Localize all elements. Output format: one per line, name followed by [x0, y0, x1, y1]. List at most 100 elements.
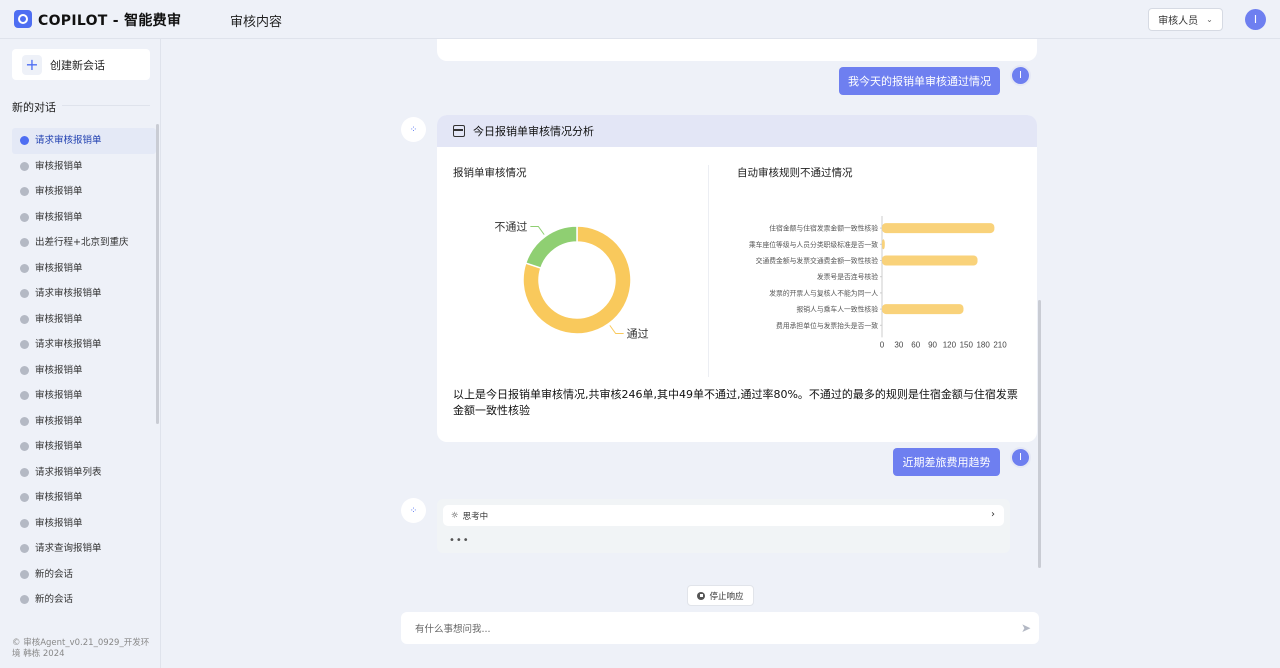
sidebar: + 创建新会话 新的对话 请求审核报销单 审核报销单 审核报销单 审核报销单 出差行程+…: [0, 39, 161, 668]
top-bar: COPILOT - 智能费审 审核内容 审核人员 ⌄ I: [0, 0, 1280, 39]
chat-bubble-icon: [20, 365, 29, 375]
pie-label-line: [609, 325, 624, 334]
x-tick-label: 180: [976, 340, 990, 349]
sidebar-scrollbar[interactable]: [156, 124, 159, 424]
conversation-item[interactable]: 审核报销单: [12, 358, 156, 384]
pie-label-line: [530, 226, 545, 235]
conversation-label: 请求审核报销单: [35, 339, 102, 350]
bar-category-label: 发票号是否连号核验: [817, 272, 878, 281]
pie-label: 不通过: [494, 221, 527, 234]
conversation-item[interactable]: 审核报销单: [12, 307, 156, 333]
app-title: COPILOT - 智能费审: [38, 13, 182, 29]
analysis-card: 今日报销单审核情况分析 报销单审核情况 自动审核规则不通过情况 通过 不通过 住宿…: [437, 115, 1037, 442]
bar-chart: 住宿金额与住宿发票金额一致性核验乘车座位等级与人员分类职级标准是否一致交通费金额…: [749, 216, 1007, 349]
chat-bubble-icon: [20, 212, 29, 222]
x-tick-label: 0: [880, 340, 885, 349]
conversation-label: 出差行程+北京到重庆: [35, 237, 129, 248]
conversation-item[interactable]: 新的会话: [12, 562, 156, 588]
role-select[interactable]: 审核人员 ⌄: [1148, 8, 1223, 31]
x-tick-label: 90: [928, 340, 937, 349]
conversation-item[interactable]: 审核报销单: [12, 409, 156, 435]
conversation-item[interactable]: 审核报销单: [12, 154, 156, 180]
bar-category-label: 报销人与乘车人一致性核验: [796, 305, 878, 314]
conversation-item[interactable]: 审核报销单: [12, 256, 156, 282]
new-chat-button[interactable]: + 创建新会话: [12, 49, 150, 80]
chat-bubble-icon: [20, 595, 29, 604]
x-tick-label: 150: [960, 340, 974, 349]
bar: [882, 239, 885, 250]
card-title: 今日报销单审核情况分析: [473, 125, 594, 138]
user-message: 我今天的报销单审核通过情况: [839, 67, 1000, 95]
conversation-label: 审核报销单: [35, 492, 83, 503]
send-icon[interactable]: ➤: [1021, 621, 1031, 635]
chat-scrollbar[interactable]: [1038, 300, 1041, 568]
pie-label: 通过: [627, 327, 649, 340]
conversation-list: 请求审核报销单 审核报销单 审核报销单 审核报销单 出差行程+北京到重庆 审核报销单 请求审…: [12, 128, 156, 613]
conversation-label: 审核报销单: [35, 186, 83, 197]
spinner-icon: ☼: [451, 510, 459, 521]
conversation-label: 请求审核报销单: [35, 135, 102, 146]
user-avatar: I: [1010, 447, 1031, 468]
version-footer: © 审核Agent_v0.21_0929_开发环境 韩栋 2024: [12, 638, 150, 659]
thinking-toggle[interactable]: ☼ 思考中 ›: [443, 505, 1004, 526]
chat-bubble-icon: [20, 289, 29, 298]
avatar[interactable]: I: [1245, 9, 1266, 30]
conversation-label: 请求查询报销单: [35, 543, 102, 554]
conversation-item[interactable]: 请求查询报销单: [12, 536, 156, 562]
chat-bubble-icon: [20, 467, 29, 477]
chevron-right-icon: ›: [991, 509, 995, 520]
section-label: 新的对话: [12, 101, 56, 114]
conversation-item[interactable]: 审核报销单: [12, 485, 156, 511]
conversation-item[interactable]: 出差行程+北京到重庆: [12, 230, 156, 256]
conversation-item[interactable]: 审核报销单: [12, 179, 156, 205]
bar-category-label: 发票的开票人与复核人不能为同一人: [769, 288, 878, 297]
user-avatar: I: [1010, 65, 1031, 86]
divider: [62, 105, 150, 106]
pie-chart: 通过 不通过: [494, 221, 649, 341]
conversation-item[interactable]: 请求审核报销单: [12, 281, 156, 307]
bar-category-label: 交通费金额与发票交通费金额一致性核验: [756, 256, 879, 265]
chat-bubble-icon: [20, 340, 29, 349]
thinking-label: 思考中: [462, 511, 489, 522]
conversation-item[interactable]: 请求报销单列表: [12, 460, 156, 486]
stop-icon: [697, 591, 706, 600]
bot-avatar-icon: ⁘: [401, 117, 426, 142]
chat-bubble-icon: [20, 136, 29, 145]
chat-bubble-icon: [20, 187, 29, 196]
user-message: 近期差旅费用趋势: [893, 448, 1000, 476]
conversation-item[interactable]: 审核报销单: [12, 205, 156, 231]
logo-icon: [14, 10, 32, 28]
chat-bubble-icon: [20, 314, 29, 324]
conversation-label: 请求报销单列表: [35, 466, 102, 478]
conversation-label: 审核报销单: [35, 364, 83, 376]
conversation-label: 审核报销单: [35, 415, 83, 427]
chat-bubble-icon: [20, 238, 29, 247]
conversation-item[interactable]: 审核报销单: [12, 383, 156, 409]
conversation-label: 请求审核报销单: [35, 288, 102, 299]
chevron-down-icon: ⌄: [1206, 15, 1213, 24]
pie-chart-title: 报销单审核情况: [453, 167, 527, 179]
bar: [882, 223, 995, 234]
conversation-label: 审核报销单: [35, 211, 83, 223]
stop-button[interactable]: 停止响应: [687, 585, 754, 606]
chat-bubble-icon: [20, 391, 29, 400]
conversation-item[interactable]: 新的会话: [12, 587, 156, 613]
stop-label: 停止响应: [709, 591, 744, 602]
conversation-item[interactable]: 请求审核报销单: [12, 332, 156, 358]
conversation-label: 审核报销单: [35, 262, 83, 274]
conversation-label: 审核报销单: [35, 160, 83, 172]
summary-text: 以上是今日报销单审核情况,共审核246单,其中49单不通过,通过率80%。不通过…: [453, 388, 1018, 417]
conversation-item[interactable]: 审核报销单: [12, 511, 156, 537]
thinking-panel: ☼ 思考中 › •••: [437, 499, 1010, 553]
conversation-item[interactable]: 审核报销单: [12, 434, 156, 460]
conversation-label: 新的会话: [35, 568, 74, 580]
chat-input[interactable]: 有什么事想问我... ➤: [401, 612, 1039, 644]
conversation-label: 审核报销单: [35, 441, 83, 452]
x-tick-label: 30: [894, 340, 903, 349]
new-chat-label: 创建新会话: [50, 58, 105, 72]
chat-bubble-icon: [20, 569, 29, 579]
card-header: 今日报销单审核情况分析: [437, 115, 1037, 147]
conversation-item[interactable]: 请求审核报销单: [12, 128, 156, 154]
conversation-label: 审核报销单: [35, 390, 83, 401]
bar-chart-title: 自动审核规则不通过情况: [737, 167, 853, 179]
